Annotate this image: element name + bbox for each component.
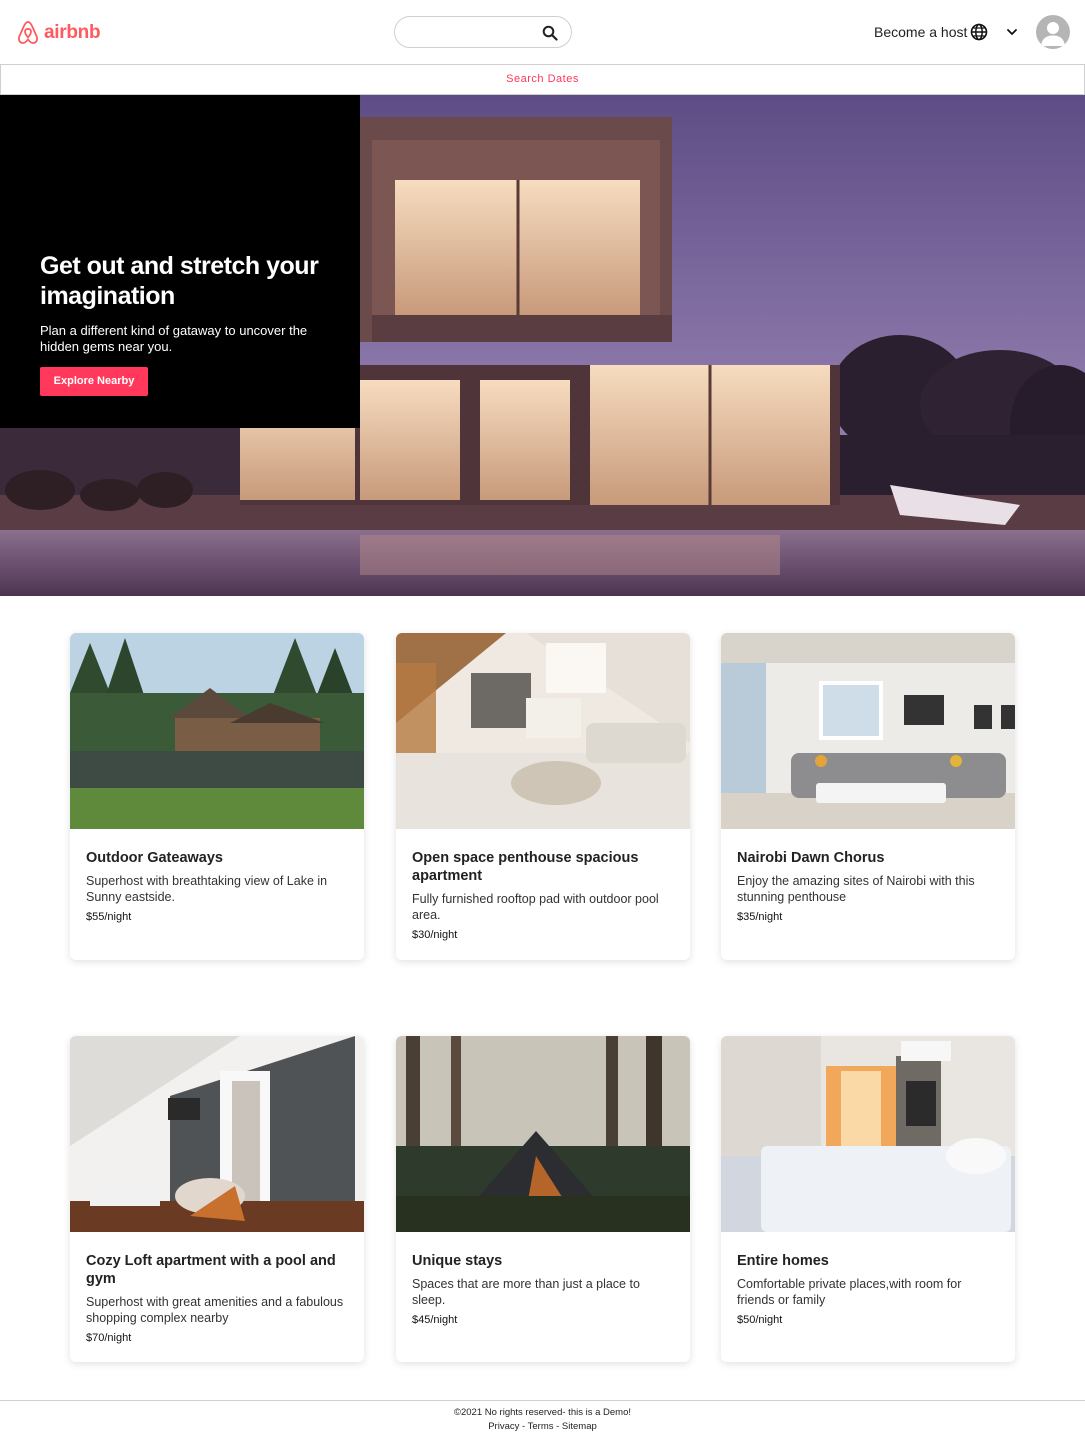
- airbnb-logo[interactable]: airbnb: [16, 20, 101, 46]
- listing-title[interactable]: Unique stays: [412, 1252, 674, 1270]
- search-dates-bar[interactable]: Search Dates: [0, 64, 1085, 95]
- listing-photo-a-frame[interactable]: [396, 1036, 690, 1232]
- listing-description: Fully furnished rooftop pad with outdoor…: [412, 892, 659, 922]
- top-navbar: airbnb Become a host: [0, 0, 1085, 64]
- hero-text-panel: Get out and stretch your imagination Pla…: [0, 95, 360, 428]
- listing-photo-bedroom[interactable]: [721, 1036, 1015, 1232]
- hero-subtitle: Plan a different kind of gataway to unco…: [40, 323, 308, 354]
- listing-photo-penthouse[interactable]: [396, 633, 690, 829]
- listing-photo-living-room[interactable]: [721, 633, 1015, 829]
- listing-description: Superhost with breathtaking view of Lake…: [86, 874, 328, 904]
- listing-price: $70/night: [86, 1332, 132, 1344]
- listing-photo-cabin[interactable]: [70, 633, 364, 829]
- listing-title[interactable]: Nairobi Dawn Chorus: [737, 849, 999, 867]
- listing-price: $55/night: [86, 911, 132, 923]
- listing-price: $30/night: [412, 929, 458, 941]
- search-bar[interactable]: [394, 16, 572, 48]
- listing-price: $50/night: [737, 1314, 783, 1326]
- listing-description: Enjoy the amazing sites of Nairobi with …: [737, 874, 975, 904]
- become-host-link[interactable]: Become a host: [874, 24, 967, 40]
- hero-title: Get out and stretch your imagination: [40, 252, 319, 310]
- page-footer: ©2021 No rights reserved- this is a Demo…: [0, 1400, 1085, 1437]
- footer-links[interactable]: Privacy - Terms - Sitemap: [0, 1421, 1085, 1432]
- listing-price: $45/night: [412, 1314, 458, 1326]
- listing-description: Superhost with great amenities and a fab…: [86, 1295, 344, 1325]
- user-avatar-icon[interactable]: [1036, 15, 1070, 49]
- hero-section: Get out and stretch your imagination Pla…: [0, 95, 1085, 596]
- search-icon[interactable]: [542, 25, 558, 41]
- explore-nearby-button[interactable]: Explore Nearby: [40, 367, 148, 396]
- listing-card[interactable]: Outdoor Gateaways Superhost with breatht…: [70, 633, 364, 960]
- logo-text: airbnb: [44, 22, 101, 43]
- airbnb-logo-icon: [18, 21, 38, 44]
- chevron-down-icon[interactable]: [1005, 25, 1019, 39]
- footer-copyright: ©2021 No rights reserved- this is a Demo…: [453, 1407, 632, 1418]
- listing-card[interactable]: Open space penthouse spacious apartment …: [396, 633, 690, 960]
- globe-icon[interactable]: [970, 23, 988, 41]
- listing-card[interactable]: Entire homes Comfortable private places,…: [721, 1036, 1015, 1362]
- listing-photo-loft[interactable]: [70, 1036, 364, 1232]
- listing-description: Comfortable private places,with room for…: [737, 1277, 962, 1307]
- listing-title[interactable]: Outdoor Gateaways: [86, 849, 348, 867]
- listing-title[interactable]: Open space penthouse spacious apartment: [412, 849, 674, 885]
- listing-description: Spaces that are more than just a place t…: [412, 1277, 640, 1307]
- listing-price: $35/night: [737, 911, 783, 923]
- listing-title[interactable]: Cozy Loft apartment with a pool and gym: [86, 1252, 348, 1288]
- listing-title[interactable]: Entire homes: [737, 1252, 999, 1270]
- listing-card[interactable]: Nairobi Dawn Chorus Enjoy the amazing si…: [721, 633, 1015, 960]
- search-input[interactable]: [409, 23, 539, 43]
- listing-card[interactable]: Unique stays Spaces that are more than j…: [396, 1036, 690, 1362]
- search-dates-label[interactable]: Search Dates: [506, 73, 579, 85]
- listing-card[interactable]: Cozy Loft apartment with a pool and gym …: [70, 1036, 364, 1362]
